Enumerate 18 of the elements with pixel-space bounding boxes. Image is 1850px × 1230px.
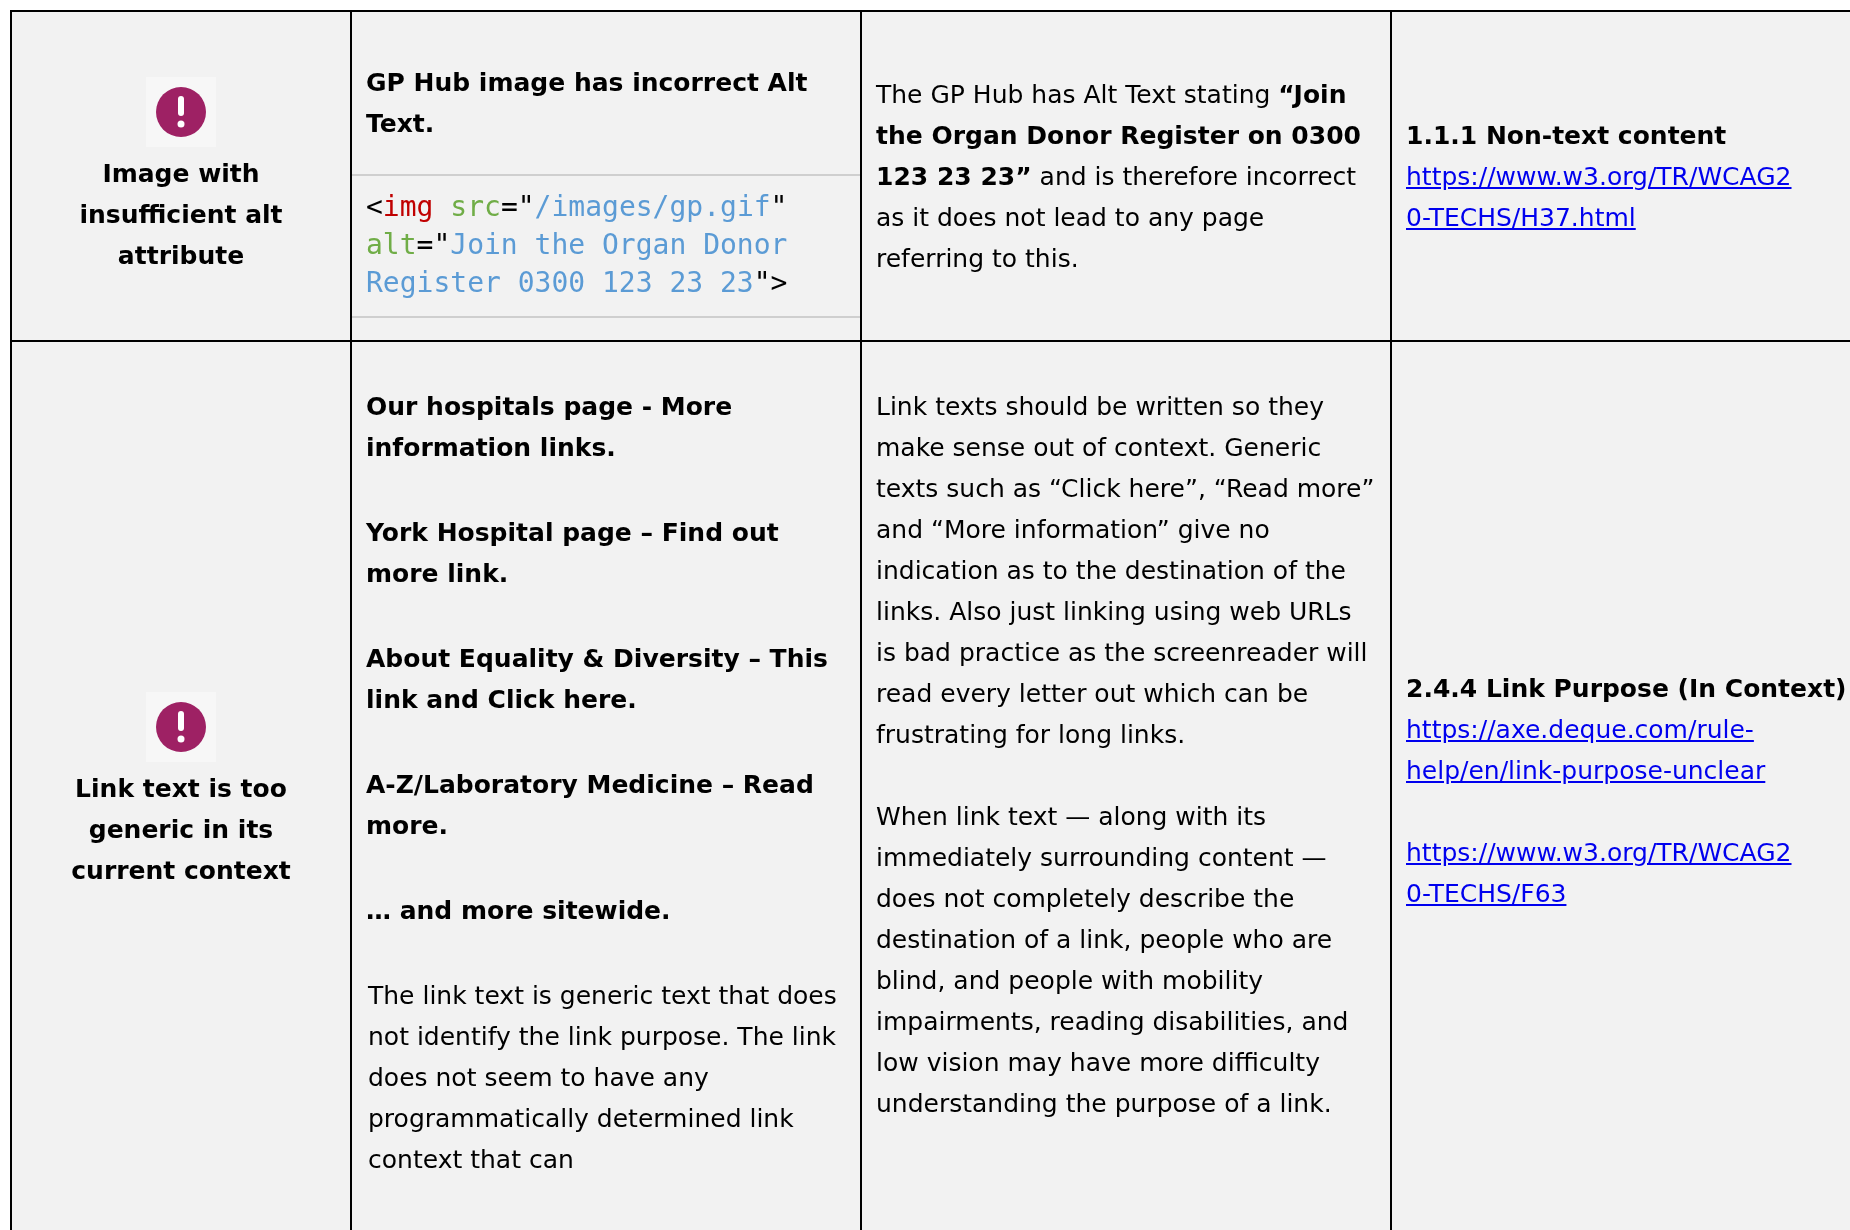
criterion-title: 1.1.1 Non-text content bbox=[1406, 119, 1728, 152]
reference-link[interactable]: https://www.w3.org/TR/WCAG2 0-TECHS/H37.html bbox=[1406, 155, 1850, 238]
description-text: The GP Hub has Alt Text stating “Join the Organ Donor Register on 0300 123 23 23” and is therefore incorrect as it does not lead to any page referring to this. bbox=[876, 78, 1362, 275]
finding-heading: GP Hub image has incorrect Alt Text. bbox=[365, 67, 809, 140]
description-text: Link texts should be written so they make sense out of context. Generic texts such as “Click here”, “Read more” and “More information” give no indication as to the destination of the links. Also just linking using web URLs is bad practice as the screenreader will read every letter out which can be frustrating for long links. bbox=[876, 391, 1376, 751]
reference-link[interactable]: https://axe.deque.com/rule- help/en/link-purpose-unclear bbox=[1406, 709, 1850, 791]
finding-heading: A-Z/Laboratory Medicine – Read more. bbox=[365, 769, 815, 842]
finding-heading: … and more sitewide. bbox=[365, 895, 672, 927]
description-text: When link text — along with its immediately surrounding content — does not completely describe the destination of a link, people who are blind, and people with mobility impairments, reading disabilities, and low vision may have more difficulty understanding the purpose of a link. bbox=[876, 801, 1350, 1120]
criterion-title: 2.4.4 Link Purpose (In Context) bbox=[1406, 673, 1848, 705]
finding-heading: York Hospital page – Find out more link. bbox=[365, 517, 780, 590]
finding-heading: About Equality & Diversity – This link and Click here. bbox=[365, 643, 829, 716]
issue-title: Image with insufficient alt attribute bbox=[78, 157, 284, 272]
finding-text: The link text is generic text that does not identify the link purpose. The link does not seem to have any programmatically determined link context that can bbox=[367, 980, 838, 1176]
issue-title: Link text is too generic in its current context bbox=[70, 772, 292, 887]
code-snippet: <img src="/images/gp.gif" alt="Join the Organ Donor Register 0300 123 23 23"> bbox=[352, 174, 860, 318]
reference-link[interactable]: https://www.w3.org/TR/WCAG2 0-TECHS/F63 bbox=[1406, 832, 1850, 914]
finding-heading: Our hospitals page - More information links. bbox=[365, 391, 734, 464]
